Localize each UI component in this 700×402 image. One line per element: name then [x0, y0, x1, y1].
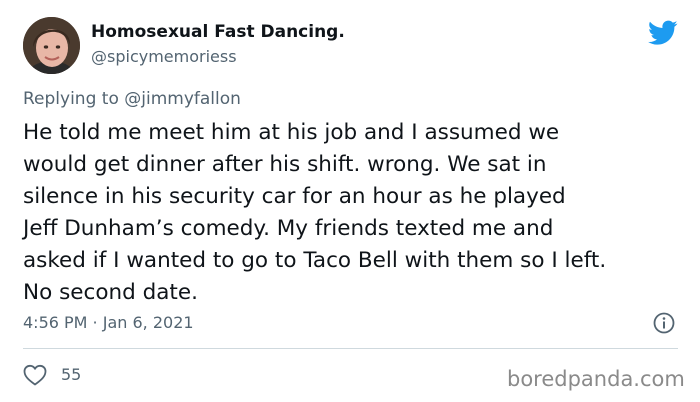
like-count: 55	[61, 365, 82, 384]
watermark: boredpanda.com	[507, 367, 685, 391]
divider	[23, 348, 678, 349]
heart-icon[interactable]	[23, 364, 47, 386]
reply-mention-link[interactable]: @jimmyfallon	[124, 89, 241, 109]
tweet-text: He told me meet him at his job and I ass…	[23, 120, 607, 305]
display-name[interactable]: Homosexual Fast Dancing.	[91, 22, 345, 42]
twitter-bird-icon	[648, 20, 678, 46]
info-icon[interactable]	[652, 311, 676, 335]
replying-to-line: Replying to @jimmyfallon	[23, 89, 241, 109]
avatar[interactable]	[23, 17, 80, 74]
user-handle[interactable]: @spicymemoriess	[91, 47, 237, 66]
replying-to-label: Replying to	[23, 89, 125, 109]
tweet-timestamp[interactable]: 4:56 PM · Jan 6, 2021	[23, 313, 194, 332]
